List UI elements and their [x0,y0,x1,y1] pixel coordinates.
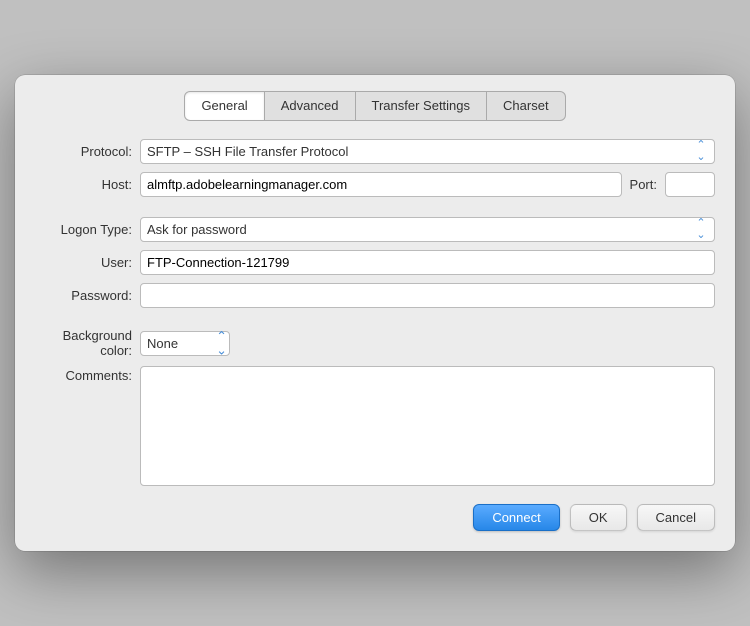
footer-buttons: Connect OK Cancel [35,504,715,531]
tab-general[interactable]: General [184,91,264,121]
user-row: User: [35,250,715,275]
tab-advanced[interactable]: Advanced [265,91,356,121]
tab-bar: General Advanced Transfer Settings Chars… [35,91,715,121]
user-label: User: [35,255,140,270]
spacer-2 [35,316,715,328]
comments-row: Comments: [35,366,715,486]
user-field [140,250,715,275]
comments-textarea[interactable] [140,366,715,486]
background-color-label: Background color: [35,328,140,358]
background-color-select[interactable]: None [140,331,230,356]
user-input[interactable] [140,250,715,275]
host-row: Host: Port: [35,172,715,197]
spacer-1 [35,205,715,217]
logon-type-select[interactable]: Ask for password [140,217,715,242]
cancel-button[interactable]: Cancel [637,504,715,531]
logon-type-row: Logon Type: Ask for password ⌃ ⌄ [35,217,715,242]
password-row: Password: [35,283,715,308]
password-input[interactable] [140,283,715,308]
tab-charset[interactable]: Charset [487,91,566,121]
comments-section: Comments: [35,366,715,486]
ok-button[interactable]: OK [570,504,627,531]
host-label: Host: [35,177,140,192]
protocol-field: SFTP – SSH File Transfer Protocol ⌃ ⌄ [140,139,715,164]
background-color-row: Background color: None ⌃ ⌄ [35,328,715,358]
comments-label: Comments: [35,366,140,383]
protocol-select[interactable]: SFTP – SSH File Transfer Protocol [140,139,715,164]
logon-type-select-wrapper: Ask for password ⌃ ⌄ [140,217,715,242]
tab-transfer-settings[interactable]: Transfer Settings [356,91,488,121]
protocol-select-wrapper: SFTP – SSH File Transfer Protocol ⌃ ⌄ [140,139,715,164]
port-input[interactable] [665,172,715,197]
password-field [140,283,715,308]
host-input[interactable] [140,172,622,197]
password-label: Password: [35,288,140,303]
logon-type-label: Logon Type: [35,222,140,237]
protocol-label: Protocol: [35,144,140,159]
logon-type-field: Ask for password ⌃ ⌄ [140,217,715,242]
connect-button[interactable]: Connect [473,504,559,531]
host-port-row: Port: [140,172,715,197]
protocol-row: Protocol: SFTP – SSH File Transfer Proto… [35,139,715,164]
port-label: Port: [630,177,657,192]
host-field-group: Port: [140,172,715,197]
dialog: General Advanced Transfer Settings Chars… [15,75,735,551]
background-color-field: None ⌃ ⌄ [140,331,715,356]
background-color-select-wrapper: None ⌃ ⌄ [140,331,230,356]
